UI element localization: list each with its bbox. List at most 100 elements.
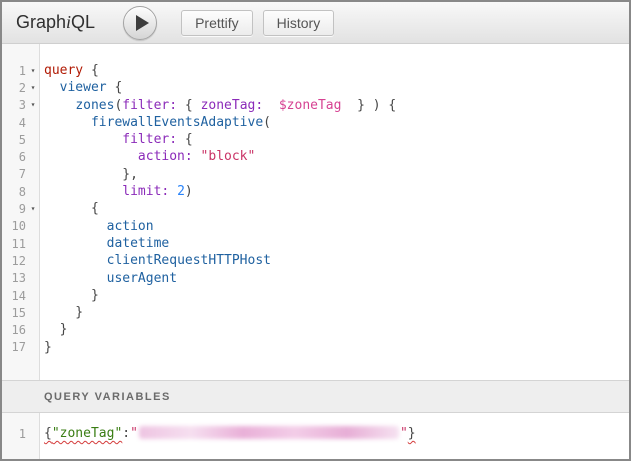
gutter-line: 12 bbox=[2, 252, 39, 269]
line-number: 15 bbox=[2, 306, 27, 320]
gutter-line: 16 bbox=[2, 321, 39, 338]
code-line: datetime bbox=[44, 235, 629, 252]
code-line: } bbox=[44, 287, 629, 304]
line-number: 10 bbox=[2, 219, 27, 233]
variables-line: {"zoneTag":""} bbox=[44, 425, 629, 442]
code-token bbox=[44, 253, 107, 268]
line-number: 12 bbox=[2, 254, 27, 268]
line-number: 11 bbox=[2, 237, 27, 251]
code-token bbox=[44, 236, 107, 251]
code-token: { bbox=[107, 80, 123, 95]
code-token: "zoneTag" bbox=[52, 426, 122, 441]
code-token bbox=[44, 184, 122, 199]
code-line: } bbox=[44, 304, 629, 321]
code-token: } ) { bbox=[341, 98, 396, 113]
line-number: 2 bbox=[2, 81, 27, 95]
line-number: 3 bbox=[2, 98, 27, 112]
code-line: query { bbox=[44, 62, 629, 79]
gutter-line: 1 bbox=[2, 425, 39, 442]
gutter-line: 14 bbox=[2, 287, 39, 304]
code-line: } bbox=[44, 321, 629, 338]
code-token: " bbox=[400, 426, 408, 441]
gutter-line: 8 bbox=[2, 183, 39, 200]
redacted-zone-tag-value bbox=[139, 426, 399, 439]
code-token: datetime bbox=[107, 236, 170, 251]
line-number: 9 bbox=[2, 202, 27, 216]
code-line: }, bbox=[44, 166, 629, 183]
code-token: ) bbox=[185, 184, 193, 199]
graphiql-app: GraphiQL Prettify History 1▾2▾3▾456789▾1… bbox=[0, 0, 631, 461]
gutter-line: 13 bbox=[2, 270, 39, 287]
code-token bbox=[263, 98, 279, 113]
code-token: { bbox=[44, 201, 99, 216]
line-number: 17 bbox=[2, 340, 27, 354]
code-token: viewer bbox=[60, 80, 107, 95]
line-number: 4 bbox=[2, 116, 27, 130]
history-button[interactable]: History bbox=[263, 10, 335, 36]
code-token bbox=[44, 149, 138, 164]
line-number: 16 bbox=[2, 323, 27, 337]
fold-chevron-down-icon[interactable]: ▾ bbox=[27, 205, 39, 213]
fold-chevron-down-icon[interactable]: ▾ bbox=[27, 84, 39, 92]
prettify-button[interactable]: Prettify bbox=[181, 10, 253, 36]
gutter-line: 4 bbox=[2, 114, 39, 131]
code-token: { bbox=[177, 98, 200, 113]
code-token: limit: bbox=[122, 184, 169, 199]
code-token: firewallEventsAdaptive bbox=[91, 115, 263, 130]
code-token bbox=[169, 184, 177, 199]
fold-chevron-down-icon[interactable]: ▾ bbox=[27, 101, 39, 109]
code-token: " bbox=[130, 426, 138, 441]
gutter-line: 11 bbox=[2, 235, 39, 252]
query-editor: 1▾2▾3▾456789▾1011121314151617 query { vi… bbox=[2, 44, 629, 380]
gutter-line: 2▾ bbox=[2, 79, 39, 96]
code-token: zones bbox=[75, 98, 114, 113]
code-token: { bbox=[83, 63, 99, 78]
gutter-line: 6 bbox=[2, 148, 39, 165]
line-number: 1 bbox=[2, 427, 27, 441]
gutter-line: 7 bbox=[2, 166, 39, 183]
code-token: userAgent bbox=[107, 271, 177, 286]
gutter-line: 15 bbox=[2, 304, 39, 321]
gutter-line: 3▾ bbox=[2, 97, 39, 114]
fold-chevron-down-icon[interactable]: ▾ bbox=[27, 67, 39, 75]
code-token: 2 bbox=[177, 184, 185, 199]
line-number: 1 bbox=[2, 64, 27, 78]
toolbar: GraphiQL Prettify History bbox=[2, 2, 629, 44]
code-token bbox=[44, 132, 122, 147]
graphiql-logo: GraphiQL bbox=[16, 12, 95, 33]
code-token: : bbox=[122, 426, 130, 441]
code-token bbox=[44, 271, 107, 286]
code-token: query bbox=[44, 63, 83, 78]
code-token: ( bbox=[263, 115, 271, 130]
code-token: } bbox=[44, 340, 52, 355]
code-token: clientRequestHTTPHost bbox=[107, 253, 271, 268]
line-number: 8 bbox=[2, 185, 27, 199]
code-token: } bbox=[44, 288, 99, 303]
line-number: 13 bbox=[2, 271, 27, 285]
code-line: zones(filter: { zoneTag: $zoneTag } ) { bbox=[44, 97, 629, 114]
line-number: 5 bbox=[2, 133, 27, 147]
code-token bbox=[193, 149, 201, 164]
code-token: { bbox=[44, 426, 52, 441]
logo-text-pre: Graph bbox=[16, 12, 66, 32]
execute-query-button[interactable] bbox=[123, 6, 157, 40]
code-token: } bbox=[44, 305, 83, 320]
code-token: { bbox=[177, 132, 193, 147]
query-code-area[interactable]: query { viewer { zones(filter: { zoneTag… bbox=[40, 44, 629, 380]
code-token bbox=[44, 219, 107, 234]
gutter-line: 5 bbox=[2, 131, 39, 148]
logo-text-post: QL bbox=[71, 12, 95, 32]
gutter-line: 17 bbox=[2, 339, 39, 356]
query-variables-header[interactable]: QUERY VARIABLES bbox=[2, 380, 629, 413]
code-line: clientRequestHTTPHost bbox=[44, 252, 629, 269]
gutter-line: 1▾ bbox=[2, 62, 39, 79]
code-token: action bbox=[107, 219, 154, 234]
code-token: } bbox=[44, 322, 67, 337]
code-token: $zoneTag bbox=[279, 98, 342, 113]
code-token: "block" bbox=[201, 149, 256, 164]
query-gutter: 1▾2▾3▾456789▾1011121314151617 bbox=[2, 44, 40, 380]
code-line: limit: 2) bbox=[44, 183, 629, 200]
code-line: viewer { bbox=[44, 79, 629, 96]
variables-code-area[interactable]: {"zoneTag":""} bbox=[40, 413, 629, 459]
gutter-line: 10 bbox=[2, 218, 39, 235]
